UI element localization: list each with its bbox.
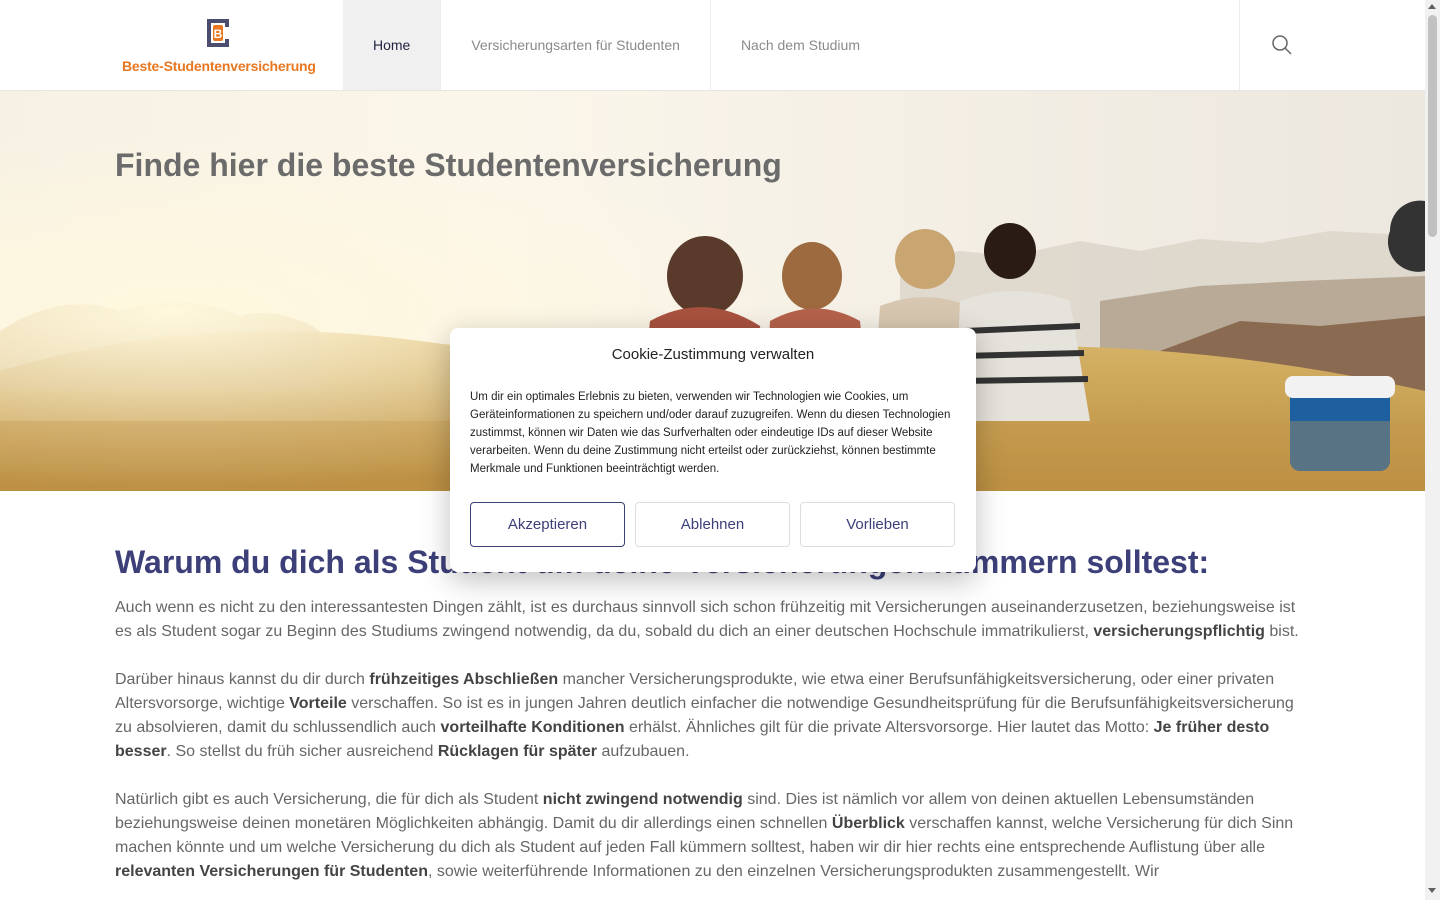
intro-paragraph-1: Auch wenn es nicht zu den interessantest… xyxy=(115,599,1299,640)
logo-text: Beste-Studentenversicherung xyxy=(122,58,316,74)
main-nav: Home Versicherungsarten für Studenten Na… xyxy=(343,0,890,90)
cookie-modal-text: Um dir ein optimales Erlebnis zu bieten,… xyxy=(470,391,951,475)
scroll-down-arrow-icon[interactable] xyxy=(1428,888,1436,893)
nav-item-nach-dem-studium[interactable]: Nach dem Studium xyxy=(711,0,890,90)
nav-item-home[interactable]: Home xyxy=(343,0,442,90)
site-header: B Beste-Studentenversicherung Home Versi… xyxy=(0,0,1425,91)
page-scrollbar[interactable] xyxy=(1425,0,1440,900)
logo-letter: B xyxy=(214,27,223,41)
intro-paragraph-3: Natürlich gibt es auch Versicherung, die… xyxy=(115,791,1294,880)
cookie-consent-modal: Cookie-Zustimmung verwalten Um dir ein o… xyxy=(450,328,976,572)
preferences-button[interactable]: Vorlieben xyxy=(800,502,955,547)
accept-button[interactable]: Akzeptieren xyxy=(470,502,625,547)
decline-button[interactable]: Ablehnen xyxy=(635,502,790,547)
logo-icon: B xyxy=(207,19,229,47)
scroll-up-arrow-icon[interactable] xyxy=(1428,4,1436,9)
nav-divider xyxy=(1239,0,1240,90)
scrollbar-thumb[interactable] xyxy=(1428,15,1437,237)
site-logo-link[interactable]: B Beste-Studentenversicherung xyxy=(115,15,325,77)
search-icon[interactable] xyxy=(1270,33,1294,57)
main-content: Warum du dich als Student um deine Versi… xyxy=(115,540,1310,884)
hero-title: Finde hier die beste Studentenversicheru… xyxy=(115,147,782,183)
intro-paragraph-2: Darüber hinaus kannst du dir durch frühz… xyxy=(115,671,1294,760)
nav-item-versicherungsarten[interactable]: Versicherungsarten für Studenten xyxy=(441,0,711,90)
cookie-modal-title: Cookie-Zustimmung verwalten xyxy=(611,346,815,363)
